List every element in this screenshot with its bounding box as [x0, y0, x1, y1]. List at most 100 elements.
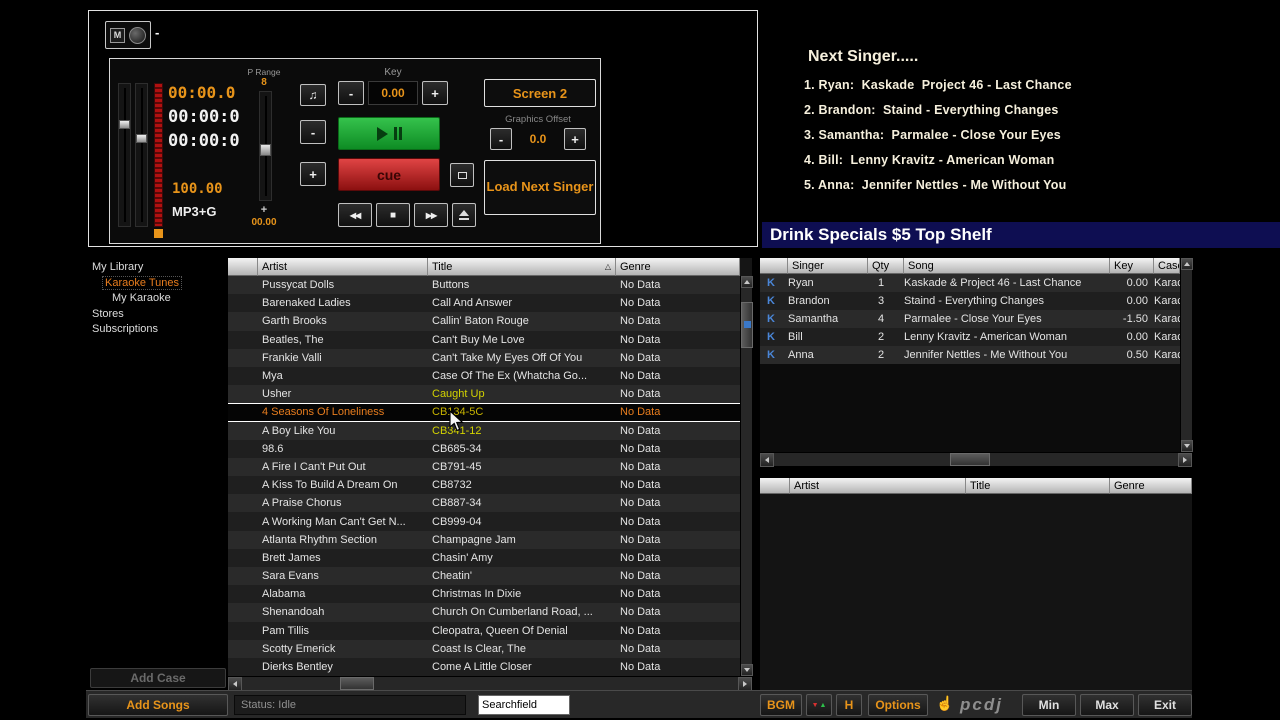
queue-row[interactable]: K Bill 2 Lenny Kravitz - American Woman … — [760, 328, 1180, 346]
artist-cell: A Praise Chorus — [262, 497, 342, 510]
library-vertical-scrollbar[interactable] — [740, 276, 753, 676]
screen2-button[interactable]: Screen 2 — [484, 79, 596, 107]
fader-handle[interactable] — [119, 120, 130, 129]
table-row[interactable]: A Working Man Can't Get N... CB999-04 No… — [228, 512, 740, 531]
pitch-range-plus[interactable]: + — [242, 204, 286, 216]
table-row[interactable]: Beatles, The Can't Buy Me Love No Data — [228, 330, 740, 349]
eject-button[interactable] — [452, 203, 476, 227]
secondary-header-title[interactable]: Title — [966, 478, 1110, 494]
stop-button[interactable]: ■ — [376, 203, 410, 227]
queue-row[interactable]: K Brandon 3 Staind - Everything Changes … — [760, 292, 1180, 310]
table-row[interactable]: Scotty Emerick Coast Is Clear, The No Da… — [228, 639, 740, 658]
maximize-button[interactable]: Max — [1080, 694, 1134, 716]
queue-header-case[interactable]: Case — [1154, 258, 1180, 274]
graphics-offset-minus-button[interactable]: - — [490, 128, 512, 150]
sidebar-item-stores[interactable]: Stores — [92, 308, 124, 320]
history-button[interactable]: H — [836, 694, 862, 716]
scroll-right-arrow[interactable] — [738, 677, 752, 691]
key-plus-button[interactable]: + — [422, 81, 448, 105]
minimize-button[interactable]: Min — [1022, 694, 1076, 716]
fast-forward-button[interactable]: ▶▶ — [414, 203, 448, 227]
queue-header-qty[interactable]: Qty — [868, 258, 904, 274]
scroll-left-arrow[interactable] — [760, 453, 774, 467]
queue-row[interactable]: K Ryan 1 Kaskade & Project 46 - Last Cha… — [760, 274, 1180, 292]
options-button[interactable]: Options — [868, 694, 928, 716]
table-row[interactable]: Sara Evans Cheatin' No Data — [228, 567, 740, 586]
cdg-display-button[interactable] — [450, 163, 474, 187]
sidebar-item-karaoke-tunes[interactable]: Karaoke Tunes — [102, 276, 182, 290]
title-cell: Call And Answer — [432, 297, 513, 310]
table-row[interactable]: Garth Brooks Callin' Baton Rouge No Data — [228, 312, 740, 331]
table-row[interactable]: Usher Caught Up No Data — [228, 385, 740, 404]
table-row[interactable]: Shenandoah Church On Cumberland Road, ..… — [228, 603, 740, 622]
key-minus-button[interactable]: - — [338, 81, 364, 105]
sidebar-item-my-karaoke[interactable]: My Karaoke — [112, 292, 171, 304]
add-case-button[interactable]: Add Case — [90, 668, 226, 688]
table-row[interactable]: Brett James Chasin' Amy No Data — [228, 548, 740, 567]
table-row[interactable]: Barenaked Ladies Call And Answer No Data — [228, 294, 740, 313]
volume-fader[interactable] — [135, 83, 148, 227]
library-header-genre[interactable]: Genre — [616, 258, 740, 276]
scroll-up-arrow[interactable] — [1181, 258, 1193, 270]
search-input[interactable] — [478, 695, 570, 715]
genre-cell: No Data — [620, 588, 661, 601]
library-header-artist[interactable]: Artist — [258, 258, 428, 276]
pitch-minus-button[interactable]: - — [300, 120, 326, 144]
queue-header-singer[interactable]: Singer — [788, 258, 868, 274]
graphics-offset-label: Graphics Offset — [505, 114, 571, 125]
pause-icon — [393, 127, 397, 140]
scroll-down-arrow[interactable] — [741, 664, 753, 676]
next-singer-entry: 1. Ryan: Kaskade Project 46 - Last Chanc… — [804, 78, 1072, 92]
library-horizontal-scrollbar[interactable] — [228, 676, 752, 691]
add-songs-button[interactable]: Add Songs — [88, 694, 228, 716]
scrollbar-thumb[interactable] — [950, 453, 990, 466]
slider-handle[interactable] — [260, 144, 271, 156]
sidebar-item-subscriptions[interactable]: Subscriptions — [92, 323, 158, 335]
table-row[interactable]: Atlanta Rhythm Section Champagne Jam No … — [228, 530, 740, 549]
table-row[interactable]: Dierks Bentley Come A Little Closer No D… — [228, 657, 740, 676]
rewind-button[interactable]: ◀◀ — [338, 203, 372, 227]
table-row[interactable]: Alabama Christmas In Dixie No Data — [228, 585, 740, 604]
bgm-button[interactable]: BGM — [760, 694, 802, 716]
table-row[interactable]: Pam Tillis Cleopatra, Queen Of Denial No… — [228, 621, 740, 640]
pitch-plus-button[interactable]: + — [300, 162, 326, 186]
queue-header-key[interactable]: Key — [1110, 258, 1154, 274]
music-note-button[interactable]: ♫ — [300, 84, 326, 106]
table-row[interactable]: 4 Seasons Of Loneliness CB134-5C No Data — [228, 403, 740, 422]
scroll-down-arrow[interactable] — [1181, 440, 1193, 452]
table-row[interactable]: Frankie Valli Can't Take My Eyes Off Of … — [228, 348, 740, 367]
play-pause-button[interactable] — [338, 117, 440, 150]
table-row[interactable]: Pussycat Dolls Buttons No Data — [228, 276, 740, 295]
scroll-right-arrow[interactable] — [1178, 453, 1192, 467]
graphics-offset-plus-button[interactable]: + — [564, 128, 586, 150]
table-row[interactable]: A Praise Chorus CB887-34 No Data — [228, 494, 740, 513]
queue-vertical-scrollbar[interactable] — [1180, 258, 1193, 452]
scrollbar-thumb[interactable] — [741, 302, 753, 348]
pitch-range-slider[interactable] — [259, 91, 272, 201]
table-row[interactable]: A Boy Like You CB341-12 No Data — [228, 421, 740, 440]
secondary-header-artist[interactable]: Artist — [790, 478, 966, 494]
mute-button[interactable]: M — [110, 27, 125, 43]
pitch-fader[interactable] — [118, 83, 131, 227]
table-row[interactable]: Mya Case Of The Ex (Whatcha Go... No Dat… — [228, 366, 740, 386]
next-singer-display: Next Singer..... 1. Ryan: Kaskade Projec… — [762, 8, 1280, 222]
sidebar-item-my-library[interactable]: My Library — [92, 261, 143, 273]
fader-handle[interactable] — [136, 134, 147, 143]
exit-button[interactable]: Exit — [1138, 694, 1192, 716]
load-next-singer-button[interactable]: Load Next Singer — [484, 160, 596, 215]
queue-row[interactable]: K Samantha 4 Parmalee - Close Your Eyes … — [760, 310, 1180, 328]
queue-horizontal-scrollbar[interactable] — [760, 452, 1192, 467]
table-row[interactable]: A Fire I Can't Put Out CB791-45 No Data — [228, 457, 740, 477]
scrollbar-thumb[interactable] — [340, 677, 374, 690]
volume-knob[interactable] — [129, 26, 146, 44]
queue-header-song[interactable]: Song — [904, 258, 1110, 274]
cue-button[interactable]: cue — [338, 158, 440, 191]
library-header-title[interactable]: Title △ — [428, 258, 616, 276]
table-row[interactable]: 98.6 CB685-34 No Data — [228, 439, 740, 458]
scroll-left-arrow[interactable] — [228, 677, 242, 691]
table-row[interactable]: A Kiss To Build A Dream On CB8732 No Dat… — [228, 476, 740, 495]
secondary-header-genre[interactable]: Genre — [1110, 478, 1192, 494]
crossfade-arrows-button[interactable]: ▼ ▲ — [806, 694, 832, 716]
scroll-up-arrow[interactable] — [741, 276, 753, 288]
queue-row[interactable]: K Anna 2 Jennifer Nettles - Me Without Y… — [760, 346, 1180, 364]
